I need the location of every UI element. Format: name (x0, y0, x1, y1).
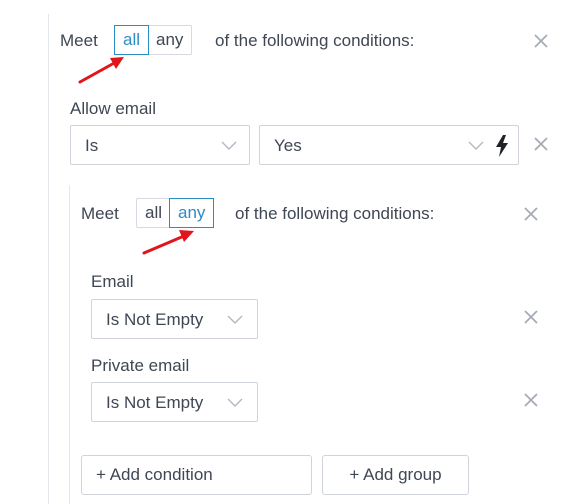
chevron-down-icon (468, 141, 484, 150)
allow-email-operator-select[interactable]: Is (70, 125, 250, 165)
nested-match-any-option[interactable]: any (169, 198, 215, 228)
nested-match-all-option[interactable]: all (137, 199, 170, 227)
annotation-arrow-icon (142, 230, 194, 255)
email-operator-value: Is Not Empty (106, 310, 204, 329)
chevron-down-icon (227, 315, 243, 324)
private-email-operator-value: Is Not Empty (106, 393, 204, 412)
top-match-any-option[interactable]: any (148, 26, 191, 54)
email-operator-select[interactable]: Is Not Empty (91, 299, 258, 339)
email-condition-label: Email (91, 272, 134, 291)
top-match-all-option[interactable]: all (113, 25, 150, 55)
allow-email-label: Allow email (70, 99, 156, 118)
remove-top-group-close-icon[interactable] (532, 32, 550, 50)
chevron-down-icon (227, 398, 243, 407)
remove-email-condition-close-icon[interactable] (522, 308, 540, 326)
nested-meet-label: Meet (81, 204, 119, 223)
outer-group-guide-line (48, 14, 49, 504)
top-match-toggle: all any (113, 25, 193, 55)
allow-email-value: Yes (274, 136, 302, 155)
nested-conditions-suffix: of the following conditions: (235, 204, 435, 223)
annotation-arrow-icon (78, 57, 124, 84)
top-conditions-suffix: of the following conditions: (215, 31, 415, 50)
add-group-button[interactable]: + Add group (322, 455, 469, 495)
private-email-condition-label: Private email (91, 356, 190, 375)
nested-match-toggle: all any (136, 198, 215, 228)
chevron-down-icon (221, 141, 237, 150)
nested-group-guide-line (69, 185, 70, 504)
lightning-bolt-icon[interactable] (495, 135, 509, 157)
allow-email-value-select[interactable]: Yes (259, 125, 519, 165)
remove-private-email-condition-close-icon[interactable] (522, 391, 540, 409)
allow-email-operator-value: Is (85, 136, 99, 155)
top-meet-label: Meet (60, 31, 98, 50)
remove-allow-email-close-icon[interactable] (532, 135, 550, 153)
private-email-operator-select[interactable]: Is Not Empty (91, 382, 258, 422)
add-condition-button[interactable]: + Add condition (81, 455, 312, 495)
remove-nested-group-close-icon[interactable] (522, 205, 540, 223)
